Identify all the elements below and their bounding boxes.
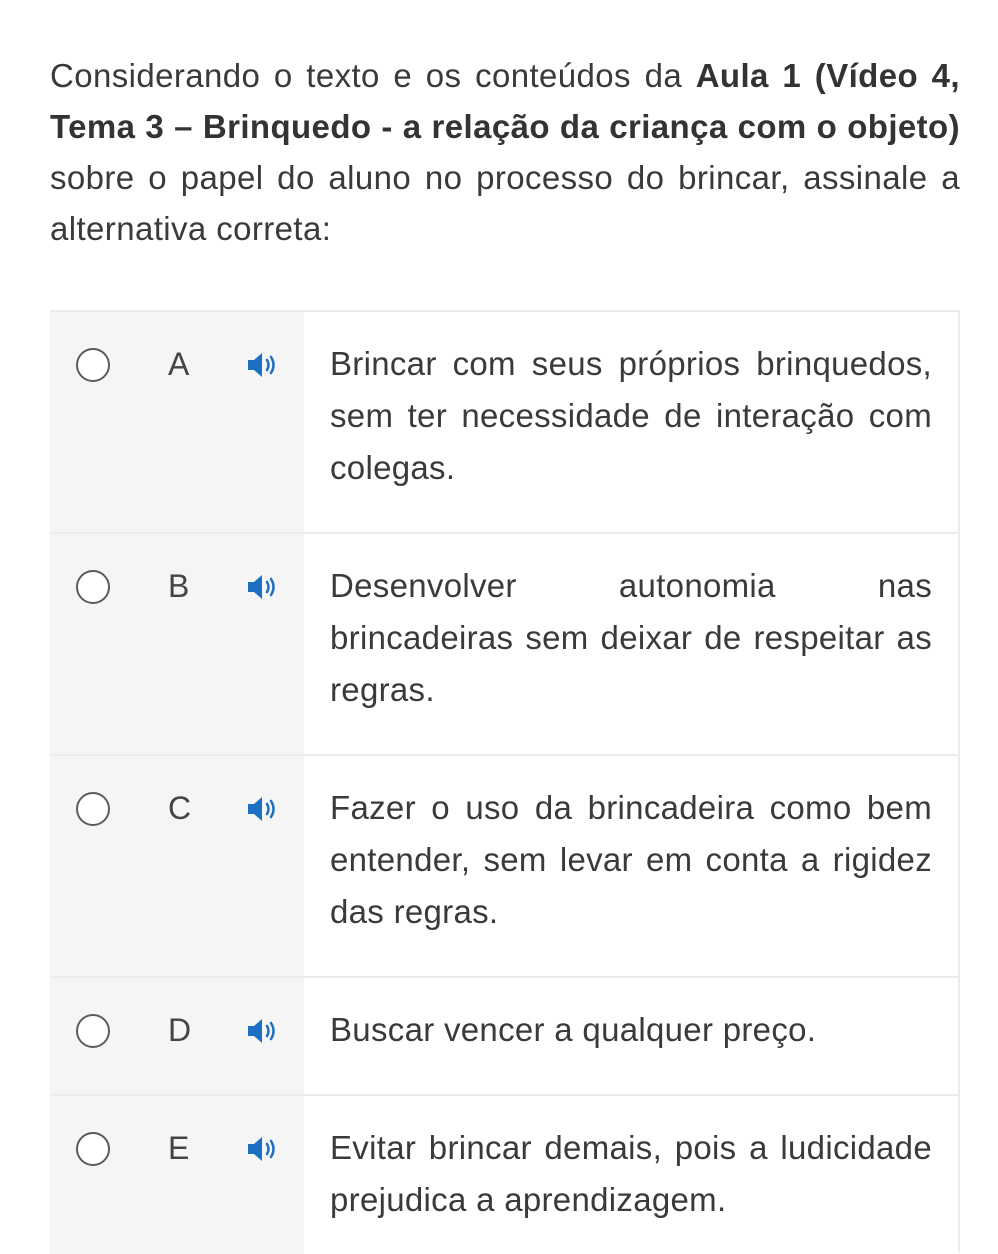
option-c[interactable]: C Fazer o uso da brincadeira como bem en… (50, 756, 958, 978)
option-b-controls: B (50, 534, 304, 754)
option-b[interactable]: B Desenvolver autonomia nas brincadeiras… (50, 534, 958, 756)
option-a-controls: A (50, 312, 304, 532)
option-a[interactable]: A Brincar com seus próprios brinquedos, … (50, 312, 958, 534)
option-d[interactable]: D Buscar vencer a qualquer preço. (50, 978, 958, 1096)
question-text: Considerando o texto e os conteúdos da A… (50, 50, 960, 254)
answer-options: A Brincar com seus próprios brinquedos, … (50, 310, 960, 1254)
option-d-letter: D (168, 1012, 192, 1048)
radio-option-b[interactable] (76, 570, 110, 604)
speaker-icon[interactable] (246, 1016, 286, 1046)
speaker-icon[interactable] (246, 350, 286, 380)
option-d-text: Buscar vencer a qualquer preço. (330, 1011, 817, 1048)
option-a-text: Brincar com seus próprios brinquedos, se… (330, 345, 932, 486)
radio-option-d[interactable] (76, 1014, 110, 1048)
question-instruction: sobre o papel do aluno no processo do br… (50, 159, 960, 247)
radio-option-c[interactable] (76, 792, 110, 826)
option-e-controls: E (50, 1096, 304, 1254)
radio-option-a[interactable] (76, 348, 110, 382)
option-c-controls: C (50, 756, 304, 976)
option-d-controls: D (50, 978, 304, 1094)
option-c-text: Fazer o uso da brincadeira como bem ente… (330, 789, 932, 930)
option-e[interactable]: E Evitar brincar demais, pois a ludicida… (50, 1096, 958, 1254)
question-intro: Considerando o texto e os conteúdos da (50, 57, 696, 94)
speaker-icon[interactable] (246, 1134, 286, 1164)
option-e-text: Evitar brincar demais, pois a ludicidade… (330, 1129, 932, 1218)
option-a-letter: A (168, 346, 190, 382)
speaker-icon[interactable] (246, 572, 286, 602)
option-c-letter: C (168, 790, 192, 826)
option-b-text: Desenvolver autonomia nas brincadeiras s… (330, 567, 932, 708)
radio-option-e[interactable] (76, 1132, 110, 1166)
option-b-letter: B (168, 568, 190, 604)
speaker-icon[interactable] (246, 794, 286, 824)
option-e-letter: E (168, 1130, 190, 1166)
